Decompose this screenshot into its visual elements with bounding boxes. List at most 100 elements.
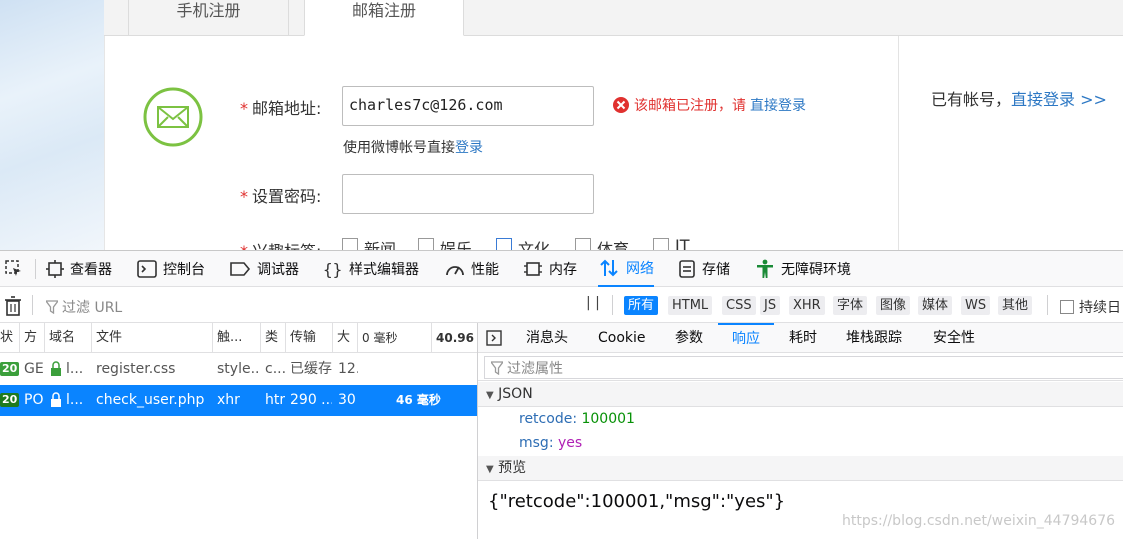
tab-label: 邮箱注册 <box>351 1 416 20</box>
interest-checkbox[interactable] <box>575 238 591 250</box>
filter-js[interactable]: JS <box>760 296 781 315</box>
size-cell: 30 <box>338 392 356 408</box>
col-cause[interactable]: 触... <box>213 323 261 353</box>
interest-checkbox[interactable] <box>418 238 434 250</box>
col-status[interactable]: 状 <box>0 323 20 353</box>
interest-label-text: 娱乐 <box>440 240 473 250</box>
filter-all[interactable]: 所有 <box>624 296 659 315</box>
element-picker-button[interactable] <box>4 251 24 287</box>
tab-response[interactable]: 响应 <box>718 323 774 353</box>
lock-icon <box>50 385 62 416</box>
tool-console[interactable]: 控制台 <box>137 251 205 287</box>
table-row[interactable]: 20 PO l... check_user.php xhr htr 290 ..… <box>0 385 477 416</box>
toggle-sidebar-icon[interactable] <box>486 330 502 346</box>
timing-cell: 46 毫秒 <box>396 393 441 407</box>
tool-style-editor[interactable]: {} 样式编辑器 <box>323 251 419 287</box>
property-filter-input[interactable]: 过滤属性 <box>484 356 1123 379</box>
col-size[interactable]: 大 <box>333 323 358 353</box>
interest-label-text: 体育 <box>597 240 630 250</box>
url-filter-input[interactable]: 过滤 URL <box>46 297 566 317</box>
cause-cell: style... <box>217 361 259 377</box>
interest-checkbox[interactable] <box>653 238 669 250</box>
svg-text:{}: {} <box>323 260 342 278</box>
filter-xhr[interactable]: XHR <box>789 296 825 315</box>
have-account-text: 已有帐号，直接登录 >> <box>931 90 1107 109</box>
tool-accessibility[interactable]: 无障碍环境 <box>755 251 851 287</box>
trash-icon[interactable] <box>4 296 22 316</box>
tab-timings[interactable]: 耗时 <box>789 323 817 353</box>
tab-params[interactable]: 参数 <box>675 323 703 353</box>
style-editor-icon: {} <box>323 260 342 278</box>
filter-images[interactable]: 图像 <box>876 296 911 315</box>
size-cell: 12. <box>338 361 358 377</box>
preview-section-header[interactable]: ▼ 预览 <box>478 456 1123 481</box>
background-sky <box>0 0 104 250</box>
mail-icon <box>142 86 204 148</box>
password-label: * 设置密码: <box>240 187 322 206</box>
login-link[interactable]: 直接登录 >> <box>1011 90 1107 109</box>
col-file[interactable]: 文件 <box>92 323 213 353</box>
table-row[interactable]: 20 GE l... register.css style... c... 已缓… <box>0 354 477 385</box>
filter-ws[interactable]: WS <box>961 296 991 315</box>
persist-checkbox[interactable] <box>1060 300 1074 314</box>
filter-separator <box>32 295 33 315</box>
persist-logs[interactable]: 持续日 <box>1060 297 1121 317</box>
password-field[interactable] <box>342 174 594 214</box>
memory-icon <box>524 262 542 276</box>
tab-email-register[interactable]: 邮箱注册 <box>304 0 464 36</box>
status-badge: 20 <box>0 393 20 407</box>
pause-button[interactable]: | | <box>586 295 600 311</box>
tool-performance[interactable]: 性能 <box>445 251 499 287</box>
tab-phone-register[interactable]: 手机注册 <box>128 0 289 36</box>
method-cell: GE <box>24 361 44 377</box>
interest-checkbox[interactable] <box>496 238 512 250</box>
method-cell: PO <box>24 392 44 408</box>
filter-icon <box>491 360 503 375</box>
weibo-login-hint: 使用微博帐号直接登录 <box>343 140 483 156</box>
weibo-login-link[interactable]: 登录 <box>455 140 483 156</box>
domain-cell: l... <box>66 392 84 408</box>
json-section-header[interactable]: ▼ JSON <box>478 382 1123 407</box>
email-label: * 邮箱地址: <box>240 99 322 118</box>
file-cell: register.css <box>96 361 176 377</box>
col-method[interactable]: 方 <box>20 323 45 353</box>
interest-label: *兴趣标签: <box>240 238 321 250</box>
col-transferred[interactable]: 传输 <box>286 323 333 353</box>
json-retcode: retcode: 100001 <box>519 411 635 427</box>
tool-inspector[interactable]: 查看器 <box>46 251 112 287</box>
tool-network[interactable]: 网络 <box>598 251 654 287</box>
filter-media[interactable]: 媒体 <box>918 296 953 315</box>
tool-storage[interactable]: 存储 <box>678 251 730 287</box>
console-icon <box>137 260 157 278</box>
tool-memory[interactable]: 内存 <box>523 251 577 287</box>
interest-label-text: 文化 <box>518 240 551 250</box>
tab-cookies[interactable]: Cookie <box>598 323 646 353</box>
detail-tabs: 消息头 Cookie 参数 响应 耗时 堆栈跟踪 安全性 <box>478 323 1123 353</box>
filter-other[interactable]: 其他 <box>998 296 1033 315</box>
storage-icon <box>679 260 695 278</box>
filter-css[interactable]: CSS <box>722 296 756 315</box>
tool-debugger[interactable]: 调试器 <box>229 251 299 287</box>
interest-label-text: IT <box>675 236 690 250</box>
filter-fonts[interactable]: 字体 <box>833 296 868 315</box>
raw-response: {"retcode":100001,"msg":"yes"} <box>488 491 786 512</box>
tab-security[interactable]: 安全性 <box>933 323 975 353</box>
debugger-icon <box>230 262 251 276</box>
col-domain[interactable]: 域名 <box>45 323 92 353</box>
filter-separator <box>612 295 613 315</box>
tab-headers[interactable]: 消息头 <box>526 323 568 353</box>
tab-stack-trace[interactable]: 堆栈跟踪 <box>846 323 902 353</box>
watermark: https://blog.csdn.net/weixin_44794676 <box>842 513 1116 529</box>
lock-icon <box>50 354 62 385</box>
filter-html[interactable]: HTML <box>668 296 713 315</box>
col-type[interactable]: 类 <box>261 323 286 353</box>
email-field[interactable]: charles7c@126.com <box>342 86 594 126</box>
tab-label: 手机注册 <box>176 1 241 20</box>
email-error: 该邮箱已注册，请 直接登录 <box>612 95 806 115</box>
toolbar-separator <box>35 259 36 279</box>
transfer-cell: 290 ... <box>290 392 332 408</box>
property-filter[interactable]: 过滤属性 <box>478 354 1123 381</box>
direct-login-link[interactable]: 直接登录 <box>750 95 806 115</box>
chevron-down-icon: ▼ <box>486 390 494 401</box>
interest-checkbox[interactable] <box>342 238 358 250</box>
